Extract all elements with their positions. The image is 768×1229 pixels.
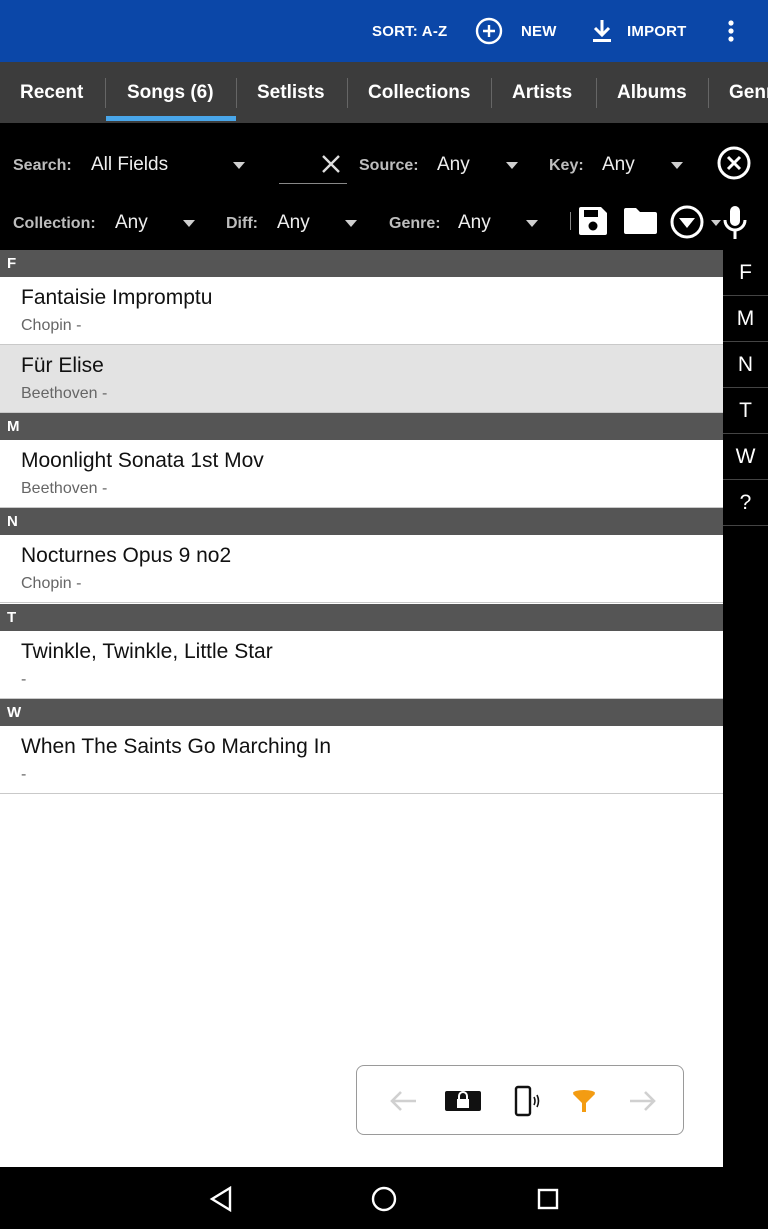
- key-select[interactable]: Any: [602, 154, 635, 176]
- index-letter-other[interactable]: ?: [723, 480, 768, 526]
- list-item[interactable]: Twinkle, Twinkle, Little Star -: [0, 631, 723, 699]
- active-tab-indicator: [106, 116, 236, 121]
- more-options-icon[interactable]: [716, 16, 746, 46]
- song-title: Moonlight Sonata 1st Mov: [21, 449, 264, 472]
- tab-recent[interactable]: Recent: [20, 62, 83, 123]
- home-circle-icon[interactable]: [369, 1184, 399, 1214]
- tab-bar: Recent Songs (6) Setlists Collections Ar…: [0, 62, 768, 123]
- clear-search-icon[interactable]: [318, 151, 344, 177]
- new-label: NEW: [521, 22, 557, 40]
- search-field-caret-icon[interactable]: [233, 162, 245, 169]
- tab-divider: [347, 78, 348, 108]
- key-caret-icon[interactable]: [671, 162, 683, 169]
- tab-divider: [491, 78, 492, 108]
- system-nav-bar: [0, 1167, 768, 1229]
- back-triangle-icon[interactable]: [206, 1184, 236, 1214]
- source-select[interactable]: Any: [437, 154, 470, 176]
- filter-divider: [570, 212, 571, 230]
- section-header-t: T: [0, 604, 723, 631]
- source-caret-icon[interactable]: [506, 162, 518, 169]
- song-title: Nocturnes Opus 9 no2: [21, 544, 232, 567]
- section-header-m: M: [0, 413, 723, 440]
- section-header-f: F: [0, 250, 723, 277]
- collection-select[interactable]: Any: [115, 212, 148, 234]
- app-bar: SORT: A-Z NEW IMPORT: [0, 0, 768, 62]
- tab-divider: [105, 78, 106, 108]
- section-header-w: W: [0, 699, 723, 726]
- section-header-n: N: [0, 508, 723, 535]
- search-field-select[interactable]: All Fields: [91, 154, 168, 176]
- new-button[interactable]: NEW: [474, 0, 557, 62]
- song-title: Fantaisie Impromptu: [21, 286, 213, 309]
- floating-toolbar: [356, 1065, 684, 1135]
- song-subtitle: Beethoven -: [21, 385, 108, 402]
- genre-select[interactable]: Any: [458, 212, 491, 234]
- collection-caret-icon[interactable]: [183, 220, 195, 227]
- genre-label: Genre:: [389, 215, 441, 232]
- song-title: Twinkle, Twinkle, Little Star: [21, 640, 273, 663]
- lock-screen-icon[interactable]: [443, 1086, 483, 1116]
- import-label: IMPORT: [627, 22, 687, 40]
- filter-panel: Search: All Fields Source: Any Key: Any …: [0, 123, 768, 250]
- song-subtitle: Chopin -: [21, 575, 82, 592]
- sort-label: SORT: A-Z: [372, 22, 448, 40]
- song-title: Für Elise: [21, 354, 104, 377]
- dropdown-circle-icon[interactable]: [668, 203, 706, 241]
- tab-setlists[interactable]: Setlists: [257, 62, 325, 123]
- tab-albums[interactable]: Albums: [617, 62, 687, 123]
- collection-label: Collection:: [13, 215, 96, 232]
- list-item[interactable]: Moonlight Sonata 1st Mov Beethoven -: [0, 440, 723, 508]
- song-subtitle: Beethoven -: [21, 480, 108, 497]
- song-subtitle: -: [21, 766, 27, 783]
- microphone-icon[interactable]: [720, 203, 750, 243]
- import-button[interactable]: IMPORT: [590, 0, 687, 62]
- search-label: Search:: [13, 157, 72, 174]
- alphabet-index: F M N T W ?: [723, 250, 768, 1167]
- diff-select[interactable]: Any: [277, 212, 310, 234]
- list-item[interactable]: Nocturnes Opus 9 no2 Chopin -: [0, 535, 723, 603]
- diff-caret-icon[interactable]: [345, 220, 357, 227]
- index-letter-t[interactable]: T: [723, 388, 768, 434]
- index-letter-f[interactable]: F: [723, 250, 768, 296]
- tab-genres[interactable]: Genres: [729, 62, 768, 123]
- song-subtitle: Chopin -: [21, 317, 82, 334]
- list-item[interactable]: When The Saints Go Marching In -: [0, 726, 723, 794]
- sort-button[interactable]: SORT: A-Z: [372, 0, 447, 62]
- filter-icon[interactable]: [569, 1086, 599, 1116]
- back-arrow-icon[interactable]: [387, 1086, 419, 1116]
- list-item[interactable]: Für Elise Beethoven -: [0, 345, 723, 413]
- tab-artists[interactable]: Artists: [512, 62, 572, 123]
- list-item[interactable]: Fantaisie Impromptu Chopin -: [0, 277, 723, 345]
- source-label: Source:: [359, 157, 419, 174]
- forward-arrow-icon[interactable]: [627, 1086, 659, 1116]
- close-filters-icon[interactable]: [716, 145, 752, 181]
- device-vibrate-icon[interactable]: [511, 1084, 543, 1118]
- tab-collections[interactable]: Collections: [368, 62, 470, 123]
- folder-icon[interactable]: [622, 203, 658, 239]
- song-list: F Fantaisie Impromptu Chopin - Für Elise…: [0, 250, 723, 1167]
- download-icon: [590, 16, 614, 46]
- genre-caret-icon[interactable]: [526, 220, 538, 227]
- diff-label: Diff:: [226, 215, 258, 232]
- key-label: Key:: [549, 157, 584, 174]
- save-icon[interactable]: [576, 203, 610, 239]
- song-title: When The Saints Go Marching In: [21, 735, 332, 758]
- song-subtitle: -: [21, 671, 27, 688]
- tab-divider: [596, 78, 597, 108]
- tab-songs[interactable]: Songs (6): [127, 62, 214, 123]
- tab-divider: [708, 78, 709, 108]
- tab-divider: [236, 78, 237, 108]
- index-letter-n[interactable]: N: [723, 342, 768, 388]
- add-circle-icon: [474, 16, 504, 46]
- index-letter-m[interactable]: M: [723, 296, 768, 342]
- index-letter-w[interactable]: W: [723, 434, 768, 480]
- recents-square-icon[interactable]: [533, 1184, 563, 1214]
